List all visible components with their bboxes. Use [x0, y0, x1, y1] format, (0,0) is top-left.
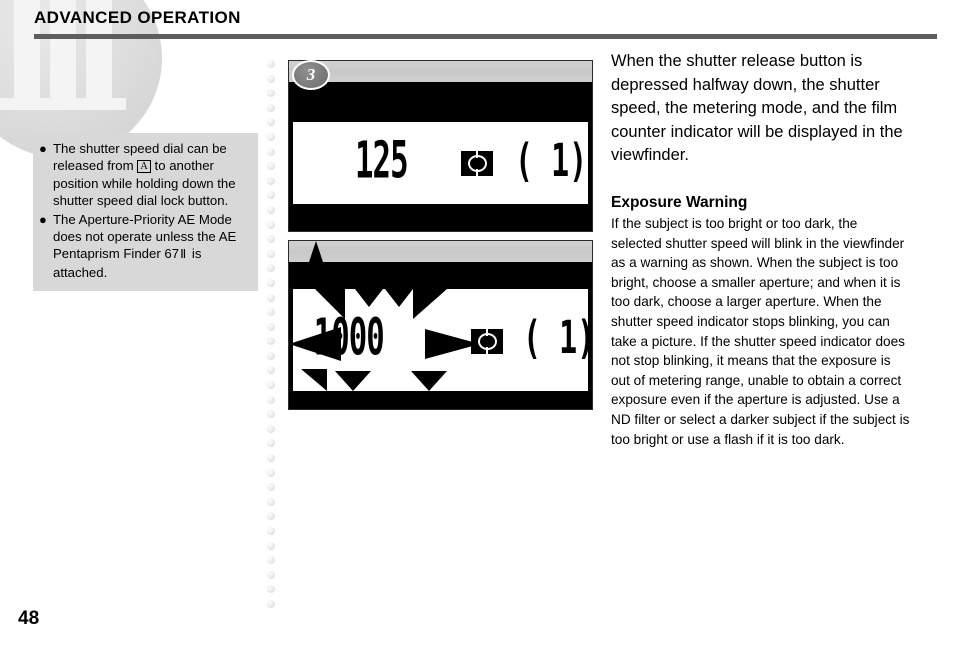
sprocket-dot — [267, 497, 275, 506]
viewfinder-screen: 1000 ( 1) — [289, 289, 596, 391]
sprocket-dot — [267, 483, 275, 492]
sprocket-dot — [267, 235, 275, 244]
viewfinder-warning-figure: 1000 ( 1) — [288, 240, 596, 410]
sprocket-dot — [267, 424, 275, 433]
sprocket-dot — [267, 191, 275, 200]
sprocket-dot — [267, 176, 275, 185]
sprocket-dot — [267, 527, 275, 535]
sprocket-dot — [267, 220, 275, 229]
step-number-badge: 3 — [292, 60, 330, 90]
note-item: ● The shutter speed dial can be released… — [39, 140, 250, 210]
blink-ray-notch — [309, 241, 323, 262]
sprocket-dot — [267, 147, 275, 156]
roman-numeral-two: Ⅱ — [180, 247, 187, 262]
viewfinder-normal-figure: 125 ( 1) — [288, 60, 593, 232]
center-weighted-metering-icon — [461, 151, 493, 177]
bullet-icon: ● — [39, 211, 47, 227]
metering-ring — [477, 329, 497, 355]
sprocket-dot — [267, 351, 275, 360]
sprocket-dot — [267, 410, 275, 419]
sprocket-dot — [267, 74, 275, 83]
film-counter-readout: ( 1) — [523, 312, 596, 365]
sprocket-dot — [267, 570, 275, 579]
viewfinder-top-band — [289, 241, 592, 262]
viewfinder-indicator-row: 125 ( 1) — [293, 122, 588, 204]
center-weighted-metering-icon — [471, 329, 503, 355]
sprocket-dot — [267, 512, 275, 521]
metering-tick-top — [476, 151, 478, 158]
bullet-icon: ● — [39, 141, 47, 156]
sprocket-dot — [267, 454, 275, 463]
exposure-warning-heading: Exposure Warning — [611, 193, 748, 211]
sprocket-dot — [267, 293, 275, 302]
sprocket-dot — [267, 556, 275, 565]
sprocket-dot — [267, 585, 275, 594]
sprocket-dot — [267, 541, 275, 550]
sprocket-dot — [267, 89, 275, 98]
header-rule — [34, 34, 937, 39]
sprocket-dot — [267, 162, 275, 171]
shutter-speed-readout: 125 — [354, 129, 409, 190]
note-item-text: The Aperture-Priority AE Mode does not o… — [53, 211, 250, 282]
sprocket-dot — [267, 337, 275, 346]
exposure-warning-paragraph: If the subject is too bright or too dark… — [611, 215, 910, 447]
metering-tick-bottom — [476, 169, 478, 177]
watermark-base — [0, 98, 126, 110]
sprocket-dot — [267, 468, 275, 477]
sprocket-dot — [267, 366, 275, 375]
sprocket-dot — [267, 308, 275, 317]
metering-ring — [467, 151, 487, 177]
note-item-text: The shutter speed dial can be released f… — [53, 140, 250, 210]
sprocket-dot-separator — [265, 60, 277, 608]
viewfinder-top-band — [289, 61, 592, 82]
intro-paragraph: When the shutter release button is depre… — [611, 52, 903, 165]
sprocket-dot — [267, 60, 275, 68]
sprocket-dot — [267, 264, 275, 273]
sprocket-dot — [267, 249, 275, 258]
right-text-column: When the shutter release button is depre… — [611, 50, 911, 449]
sprocket-dot — [267, 118, 275, 127]
sprocket-dot — [267, 205, 275, 214]
sprocket-dot — [267, 278, 275, 287]
film-counter-readout: ( 1) — [515, 135, 588, 188]
sprocket-dot — [267, 599, 275, 608]
sprocket-dot — [267, 103, 275, 112]
page-number: 48 — [18, 608, 40, 629]
metering-tick-bottom — [486, 347, 488, 355]
note-box: ● The shutter speed dial can be released… — [33, 133, 258, 292]
note-text-before: The Aperture-Priority AE Mode does not o… — [53, 211, 237, 262]
viewfinder-indicator-row: 1000 ( 1) — [293, 289, 596, 391]
aperture-a-symbol: A — [137, 160, 151, 174]
sprocket-dot — [267, 439, 275, 448]
note-item: ● The Aperture-Priority AE Mode does not… — [39, 211, 250, 282]
sprocket-dot — [267, 381, 275, 390]
page-title: ADVANCED OPERATION — [34, 8, 241, 27]
metering-tick-top — [486, 329, 488, 336]
viewfinder-screen: 125 ( 1) — [293, 122, 588, 204]
shutter-speed-readout-blinking: 1000 — [313, 306, 385, 367]
sprocket-dot — [267, 322, 275, 331]
sprocket-dot — [267, 395, 275, 404]
sprocket-dot — [267, 132, 275, 141]
